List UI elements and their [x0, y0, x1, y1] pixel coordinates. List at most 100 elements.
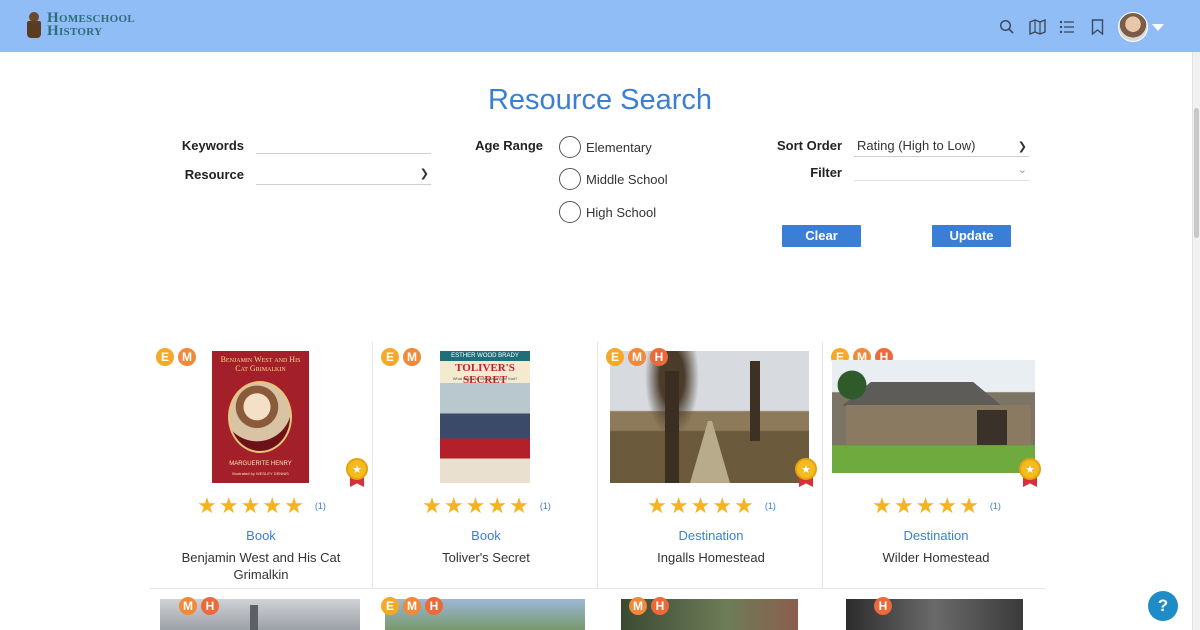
resource-title[interactable]: Wilder Homestead	[838, 549, 1034, 566]
update-button[interactable]: Update	[932, 225, 1011, 247]
age-option-middle-school[interactable]: Middle School	[559, 168, 668, 190]
star-icon: ★	[690, 493, 711, 518]
sort-order-label: Sort Order	[776, 138, 842, 153]
site-logo[interactable]: Homeschool History	[26, 10, 135, 40]
award-ribbon-icon: ★	[1019, 458, 1041, 488]
search-icon[interactable]	[992, 13, 1022, 41]
result-card[interactable]: E M H	[374, 590, 598, 630]
row-divider	[150, 588, 1046, 589]
destination-photo[interactable]	[610, 351, 809, 483]
age-range-label: Age Range	[475, 138, 543, 153]
resource-title[interactable]: Ingalls Homestead	[613, 549, 809, 566]
badge-elementary: E	[381, 348, 399, 366]
page-scrollbar[interactable]	[1192, 52, 1200, 630]
book-cover-image[interactable]: ESTHER WOOD BRADY TOLIVER'S SECRET What …	[440, 351, 530, 483]
resource-title[interactable]: Toliver's Secret	[388, 549, 584, 566]
help-button[interactable]: ?	[1148, 591, 1178, 621]
result-card[interactable]: E M Benjamin West and His Cat Grimalkin …	[149, 340, 373, 588]
star-icon: ★	[465, 493, 486, 518]
badge-middle: M	[403, 597, 421, 615]
star-icon: ★	[487, 493, 508, 518]
result-card[interactable]: E M H ★ ★ ★ ★ ★ ★ (1) Destination Wilder Hom…	[824, 340, 1048, 588]
star-icon: ★	[443, 493, 464, 518]
rating-count[interactable]: (1)	[990, 501, 1001, 511]
result-card[interactable]: H	[824, 590, 1048, 630]
cover-tagline: What would be like carrying on that?	[452, 376, 518, 381]
chevron-down-icon: ❯	[419, 168, 429, 180]
star-icon: ★	[712, 493, 733, 518]
badge-middle: M	[403, 348, 421, 366]
resource-type-link[interactable]: Destination	[824, 528, 1048, 543]
radio-button[interactable]	[559, 136, 581, 158]
badge-high: H	[651, 597, 669, 615]
star-icon: ★	[734, 493, 754, 518]
radio-button[interactable]	[559, 201, 581, 223]
badge-elementary: E	[381, 597, 399, 615]
top-navbar: Homeschool History	[0, 0, 1200, 52]
user-avatar[interactable]	[1118, 12, 1148, 42]
rating-count[interactable]: (1)	[315, 501, 326, 511]
tree-trunk	[665, 371, 679, 483]
star-icon: ★	[284, 493, 304, 518]
scrollbar-thumb[interactable]	[1194, 108, 1199, 238]
radio-label: High School	[586, 204, 657, 220]
resource-type-link[interactable]: Book	[149, 528, 373, 543]
age-badges: H	[874, 597, 896, 615]
list-icon[interactable]	[1052, 13, 1082, 41]
bookmark-icon[interactable]	[1082, 13, 1112, 41]
resource-select[interactable]: ❯	[256, 163, 431, 185]
cover-illustrator: Illustrated by WESLEY DENNIS	[232, 471, 289, 476]
cover-illustration	[440, 383, 530, 483]
cover-author: ESTHER WOOD BRADY	[440, 351, 530, 361]
resource-type-link[interactable]: Destination	[599, 528, 823, 543]
result-card[interactable]: M H	[599, 590, 823, 630]
badge-middle: M	[629, 597, 647, 615]
tower-shape	[250, 605, 258, 630]
map-icon[interactable]	[1022, 13, 1052, 41]
chevron-down-icon[interactable]	[1152, 23, 1164, 31]
age-badges: M H	[629, 597, 673, 615]
star-icon: ★	[509, 493, 529, 518]
sort-order-value: Rating (High to Low)	[857, 138, 976, 153]
star-icon: ★	[647, 493, 667, 518]
book-cover-image[interactable]: Benjamin West and His Cat Grimalkin MARG…	[212, 351, 309, 483]
result-card[interactable]: M H	[149, 590, 373, 630]
badge-high: H	[425, 597, 443, 615]
award-ribbon-icon: ★	[795, 458, 817, 488]
star-rating: ★ ★ ★ ★ ★ (1)	[149, 495, 373, 517]
badge-high: H	[650, 348, 668, 366]
radio-button[interactable]	[559, 168, 581, 190]
age-badges: M H	[179, 597, 223, 615]
tree-trunk	[750, 361, 760, 441]
sort-order-select[interactable]: Rating (High to Low) ❯	[854, 135, 1029, 157]
destination-photo[interactable]	[846, 599, 1023, 630]
age-option-elementary[interactable]: Elementary	[559, 136, 652, 158]
star-icon: ★	[937, 493, 958, 518]
result-card[interactable]: E M ESTHER WOOD BRADY TOLIVER'S SECRET W…	[374, 340, 598, 588]
keywords-input[interactable]	[256, 132, 431, 154]
age-badges: E M H	[381, 597, 447, 615]
age-option-high-school[interactable]: High School	[559, 201, 656, 223]
result-card[interactable]: E M H ★ ★ ★ ★ ★ ★ (1) Destination Ingalls Ho…	[599, 340, 823, 588]
trees	[832, 365, 872, 405]
award-ribbon-icon: ★	[346, 458, 368, 488]
rating-count[interactable]: (1)	[540, 501, 551, 511]
star-rating: ★ ★ ★ ★ ★ (1)	[599, 495, 823, 517]
resource-title[interactable]: Benjamin West and His Cat Grimalkin	[163, 549, 359, 583]
badge-middle: M	[179, 597, 197, 615]
resource-type-link[interactable]: Book	[374, 528, 598, 543]
rating-count[interactable]: (1)	[765, 501, 776, 511]
chevron-down-icon: ⌄	[1017, 164, 1027, 176]
star-icon: ★	[915, 493, 936, 518]
star-rating: ★ ★ ★ ★ ★ (1)	[824, 495, 1048, 517]
star-icon: ★	[668, 493, 689, 518]
clear-button[interactable]: Clear	[782, 225, 861, 247]
keywords-label: Keywords	[181, 138, 244, 153]
star-icon: ★	[893, 493, 914, 518]
star-icon: ★	[197, 493, 217, 518]
badge-elementary: E	[606, 348, 624, 366]
cover-author: MARGUERITE HENRY	[229, 461, 292, 467]
filter-select[interactable]: ⌄	[854, 159, 1029, 181]
destination-photo[interactable]	[832, 360, 1035, 473]
star-rating: ★ ★ ★ ★ ★ (1)	[374, 495, 598, 517]
